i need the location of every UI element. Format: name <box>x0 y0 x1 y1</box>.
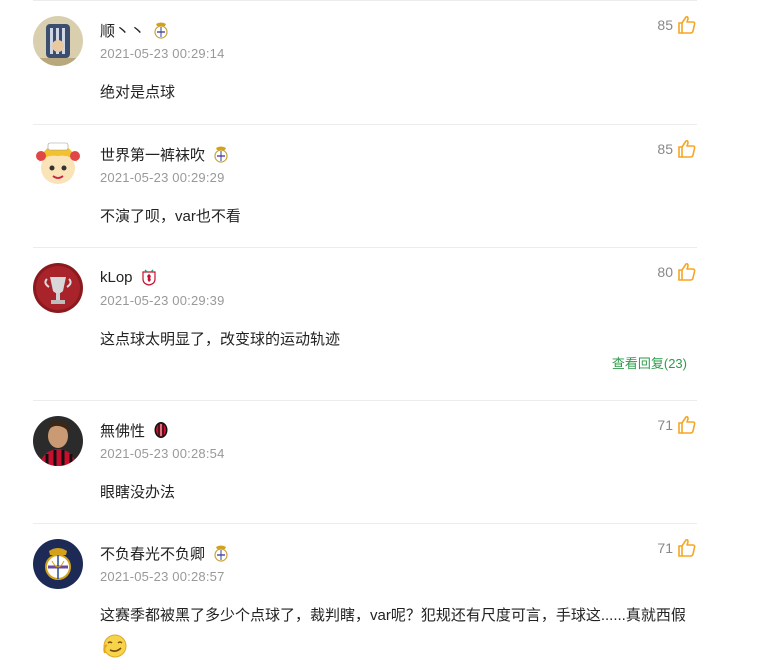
comment-time: 2021-05-23 00:29:39 <box>100 293 225 308</box>
thumbs-up-icon <box>677 262 697 282</box>
like-count: 85 <box>657 17 673 33</box>
username[interactable]: 無佛性 <box>100 420 145 441</box>
comment-item: 世界第一裤袜吹 2021-05-23 00:29:29 不演了呗，var也不看 … <box>33 125 697 248</box>
avatar[interactable] <box>33 539 83 589</box>
avatar[interactable] <box>33 416 83 466</box>
username[interactable]: 顺丶丶 <box>100 20 145 41</box>
comment-text: 眼瞎没办法 <box>100 484 176 501</box>
comment-time: 2021-05-23 00:28:57 <box>100 569 225 584</box>
like-button[interactable]: 71 <box>657 415 697 435</box>
like-button[interactable]: 85 <box>657 15 697 35</box>
comment-time: 2021-05-23 00:28:54 <box>100 446 225 461</box>
comment-text: 这点球太明显了，改变球的运动轨迹 <box>100 331 341 348</box>
comment-item: 顺丶丶 2021-05-23 00:29:14 绝对是点球 85 <box>33 0 697 125</box>
comment-item: 無佛性 2021-05-23 00:28:54 眼瞎没办法 71 <box>33 401 697 524</box>
comment-time: 2021-05-23 00:29:29 <box>100 170 225 185</box>
real-madrid-badge-icon <box>213 544 229 562</box>
like-button[interactable]: 71 <box>657 538 697 558</box>
like-count: 71 <box>657 417 673 433</box>
real-madrid-badge-icon <box>153 21 169 39</box>
ac-milan-badge-icon <box>153 421 169 439</box>
thumbs-up-icon <box>677 415 697 435</box>
like-button[interactable]: 85 <box>657 139 697 159</box>
thumbs-up-icon <box>677 15 697 35</box>
comment-list: 顺丶丶 2021-05-23 00:29:14 绝对是点球 85 世界第一裤袜吹… <box>33 0 697 667</box>
username[interactable]: 世界第一裤袜吹 <box>100 144 205 165</box>
comment-text: 这赛季都被黑了多少个点球了，裁判瞎，var呢？犯规还有尺度可言，手球这.....… <box>100 607 686 624</box>
comment-item: 不负春光不负卿 2021-05-23 00:28:57 这赛季都被黑了多少个点球… <box>33 524 697 667</box>
comment-text-container: 这赛季都被黑了多少个点球了，裁判瞎，var呢？犯规还有尺度可言，手球这.....… <box>100 601 695 661</box>
comment-time: 2021-05-23 00:29:14 <box>100 46 225 61</box>
like-count: 80 <box>657 264 673 280</box>
comment-text: 绝对是点球 <box>100 84 176 101</box>
username[interactable]: kLop <box>100 269 133 286</box>
thumbs-up-icon <box>677 139 697 159</box>
smirk-emoji-icon <box>101 633 129 659</box>
avatar[interactable] <box>33 16 83 66</box>
liverpool-badge-icon <box>141 268 157 286</box>
thumbs-up-icon <box>677 538 697 558</box>
like-count: 71 <box>657 540 673 556</box>
like-count: 85 <box>657 141 673 157</box>
avatar[interactable] <box>33 140 83 190</box>
comment-text: 不演了呗，var也不看 <box>100 208 241 225</box>
real-madrid-badge-icon <box>213 145 229 163</box>
view-replies-link[interactable]: 查看回复(23) <box>612 353 687 372</box>
like-button[interactable]: 80 <box>657 262 697 282</box>
username[interactable]: 不负春光不负卿 <box>100 543 205 564</box>
comment-item: kLop 2021-05-23 00:29:39 这点球太明显了，改变球的运动轨… <box>33 248 697 401</box>
avatar[interactable] <box>33 263 83 313</box>
